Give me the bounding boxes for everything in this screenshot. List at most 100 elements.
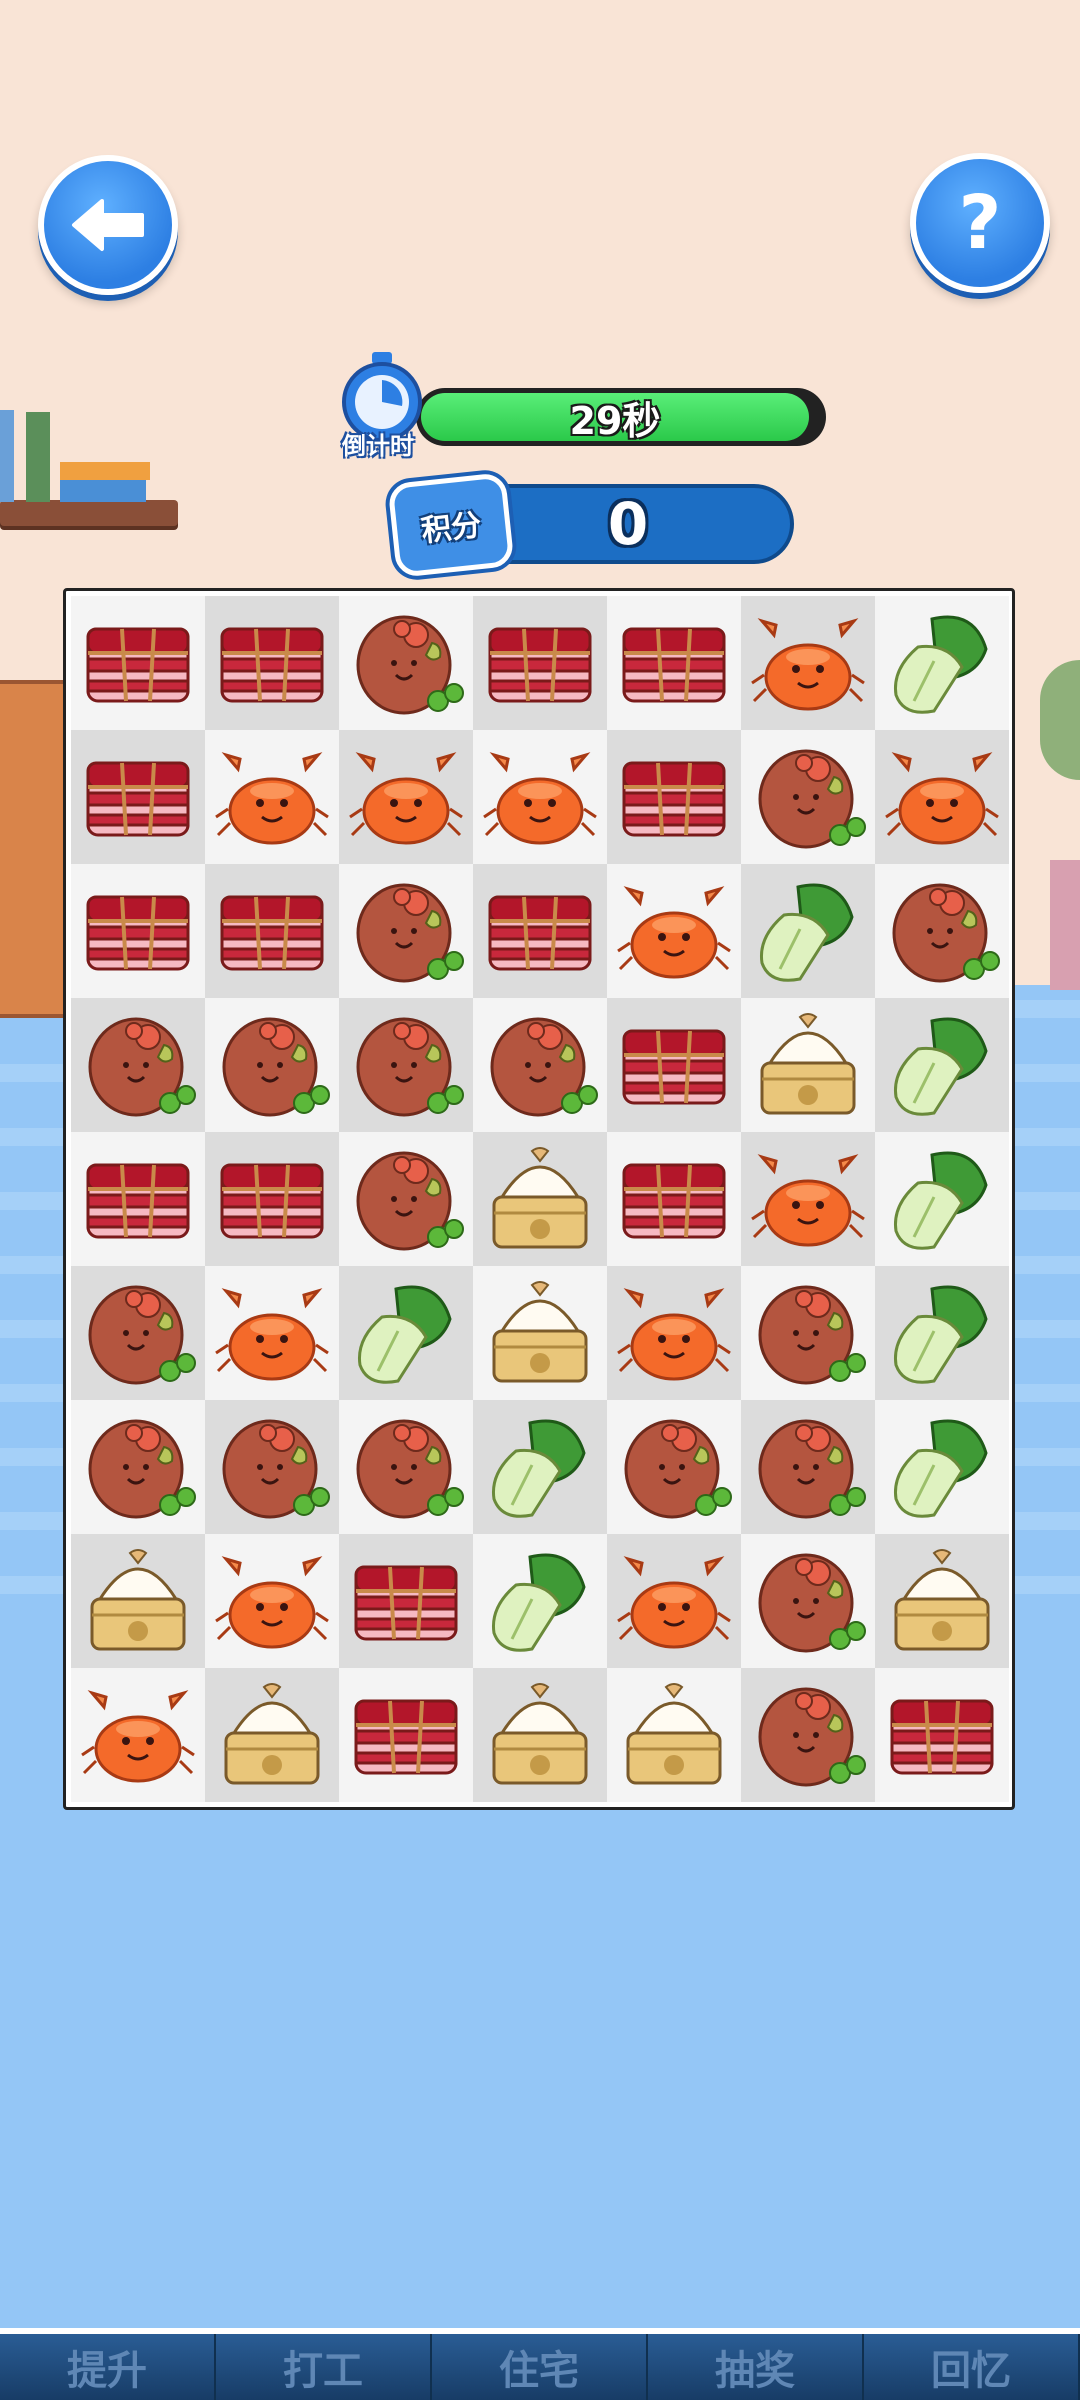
tile-meatball[interactable] (205, 1400, 339, 1534)
tile-crab[interactable] (339, 730, 473, 864)
tile-pork[interactable] (339, 1534, 473, 1668)
tile-meatball[interactable] (71, 1266, 205, 1400)
tile-pork[interactable] (205, 864, 339, 998)
nav-item-upgrade[interactable]: 提升 (0, 2334, 216, 2400)
countdown-timer: 29秒 倒计时 (336, 350, 836, 460)
tile-pork[interactable] (875, 1668, 1009, 1802)
tile-bokchoy[interactable] (875, 998, 1009, 1132)
tile-crab[interactable] (205, 730, 339, 864)
meatball-icon (356, 883, 464, 983)
arrow-left-icon (72, 199, 144, 251)
tile-crab[interactable] (205, 1266, 339, 1400)
tile-pork[interactable] (473, 596, 607, 730)
tile-meatball[interactable] (473, 998, 607, 1132)
tile-bun[interactable] (473, 1668, 607, 1802)
meatball-icon (892, 883, 1000, 983)
tile-bun[interactable] (205, 1668, 339, 1802)
tile-meatball[interactable] (741, 1266, 875, 1400)
tile-bokchoy[interactable] (741, 864, 875, 998)
crab-icon (215, 1288, 329, 1381)
bun-icon (894, 1549, 990, 1651)
tile-bokchoy[interactable] (473, 1400, 607, 1534)
plant (1040, 660, 1080, 780)
meatball-icon (222, 1017, 330, 1117)
score-label: 积分 (419, 507, 484, 550)
tile-crab[interactable] (741, 1132, 875, 1266)
tile-pork[interactable] (71, 1132, 205, 1266)
tile-pork[interactable] (607, 998, 741, 1132)
pork-icon (86, 761, 190, 837)
nav-item-lottery[interactable]: 抽奖 (648, 2334, 864, 2400)
meatball-icon (356, 1151, 464, 1251)
tile-pork[interactable] (473, 864, 607, 998)
tile-crab[interactable] (607, 1266, 741, 1400)
pork-icon (86, 895, 190, 971)
tile-meatball[interactable] (875, 864, 1009, 998)
tile-pork[interactable] (205, 596, 339, 730)
tile-meatball[interactable] (339, 998, 473, 1132)
tile-pork[interactable] (339, 1668, 473, 1802)
tile-bun[interactable] (607, 1668, 741, 1802)
tile-crab[interactable] (473, 730, 607, 864)
pork-icon (622, 1163, 726, 1239)
tile-pork[interactable] (607, 596, 741, 730)
tile-meatball[interactable] (71, 998, 205, 1132)
tile-crab[interactable] (875, 730, 1009, 864)
tile-pork[interactable] (71, 596, 205, 730)
tile-bun[interactable] (473, 1132, 607, 1266)
tile-bokchoy[interactable] (473, 1534, 607, 1668)
tile-crab[interactable] (741, 596, 875, 730)
tile-bun[interactable] (875, 1534, 1009, 1668)
tile-meatball[interactable] (205, 998, 339, 1132)
tile-pork[interactable] (71, 730, 205, 864)
tile-meatball[interactable] (339, 864, 473, 998)
tile-bokchoy[interactable] (875, 1132, 1009, 1266)
tile-crab[interactable] (205, 1534, 339, 1668)
tile-meatball[interactable] (339, 1400, 473, 1534)
tile-crab[interactable] (607, 1534, 741, 1668)
tile-bun[interactable] (71, 1534, 205, 1668)
crab-icon (617, 886, 731, 979)
tile-bun[interactable] (473, 1266, 607, 1400)
score-badge: 积分 (387, 472, 515, 578)
tile-bokchoy[interactable] (875, 596, 1009, 730)
pork-icon (220, 895, 324, 971)
tile-bokchoy[interactable] (339, 1266, 473, 1400)
tile-meatball[interactable] (607, 1400, 741, 1534)
meatball-icon (88, 1017, 196, 1117)
tile-bokchoy[interactable] (875, 1400, 1009, 1534)
bun-icon (492, 1281, 588, 1383)
bokchoy-icon (893, 1419, 988, 1518)
tile-pork[interactable] (71, 864, 205, 998)
tile-crab[interactable] (607, 864, 741, 998)
pork-icon (622, 627, 726, 703)
tile-meatball[interactable] (741, 1668, 875, 1802)
meatball-icon (758, 1687, 866, 1787)
nav-item-work[interactable]: 打工 (216, 2334, 432, 2400)
help-button[interactable]: ? (910, 153, 1050, 293)
tile-meatball[interactable] (741, 1534, 875, 1668)
tile-crab[interactable] (71, 1668, 205, 1802)
tile-bun[interactable] (741, 998, 875, 1132)
tile-pork[interactable] (607, 1132, 741, 1266)
nav-item-house[interactable]: 住宅 (432, 2334, 648, 2400)
tile-meatball[interactable] (339, 1132, 473, 1266)
tile-pork[interactable] (205, 1132, 339, 1266)
tile-meatball[interactable] (741, 730, 875, 864)
score-value: 0 (607, 490, 649, 558)
nav-item-memories[interactable]: 回忆 (864, 2334, 1080, 2400)
tile-meatball[interactable] (741, 1400, 875, 1534)
tile-pork[interactable] (607, 730, 741, 864)
meatball-icon (624, 1419, 732, 1519)
tile-bokchoy[interactable] (875, 1266, 1009, 1400)
pork-icon (220, 627, 324, 703)
tile-meatball[interactable] (71, 1400, 205, 1534)
crab-icon (617, 1556, 731, 1649)
crab-icon (215, 752, 329, 845)
pork-icon (86, 1163, 190, 1239)
crab-icon (617, 1288, 731, 1381)
back-button[interactable] (38, 155, 178, 295)
tile-meatball[interactable] (339, 596, 473, 730)
books (0, 410, 150, 502)
meatball-icon (222, 1419, 330, 1519)
